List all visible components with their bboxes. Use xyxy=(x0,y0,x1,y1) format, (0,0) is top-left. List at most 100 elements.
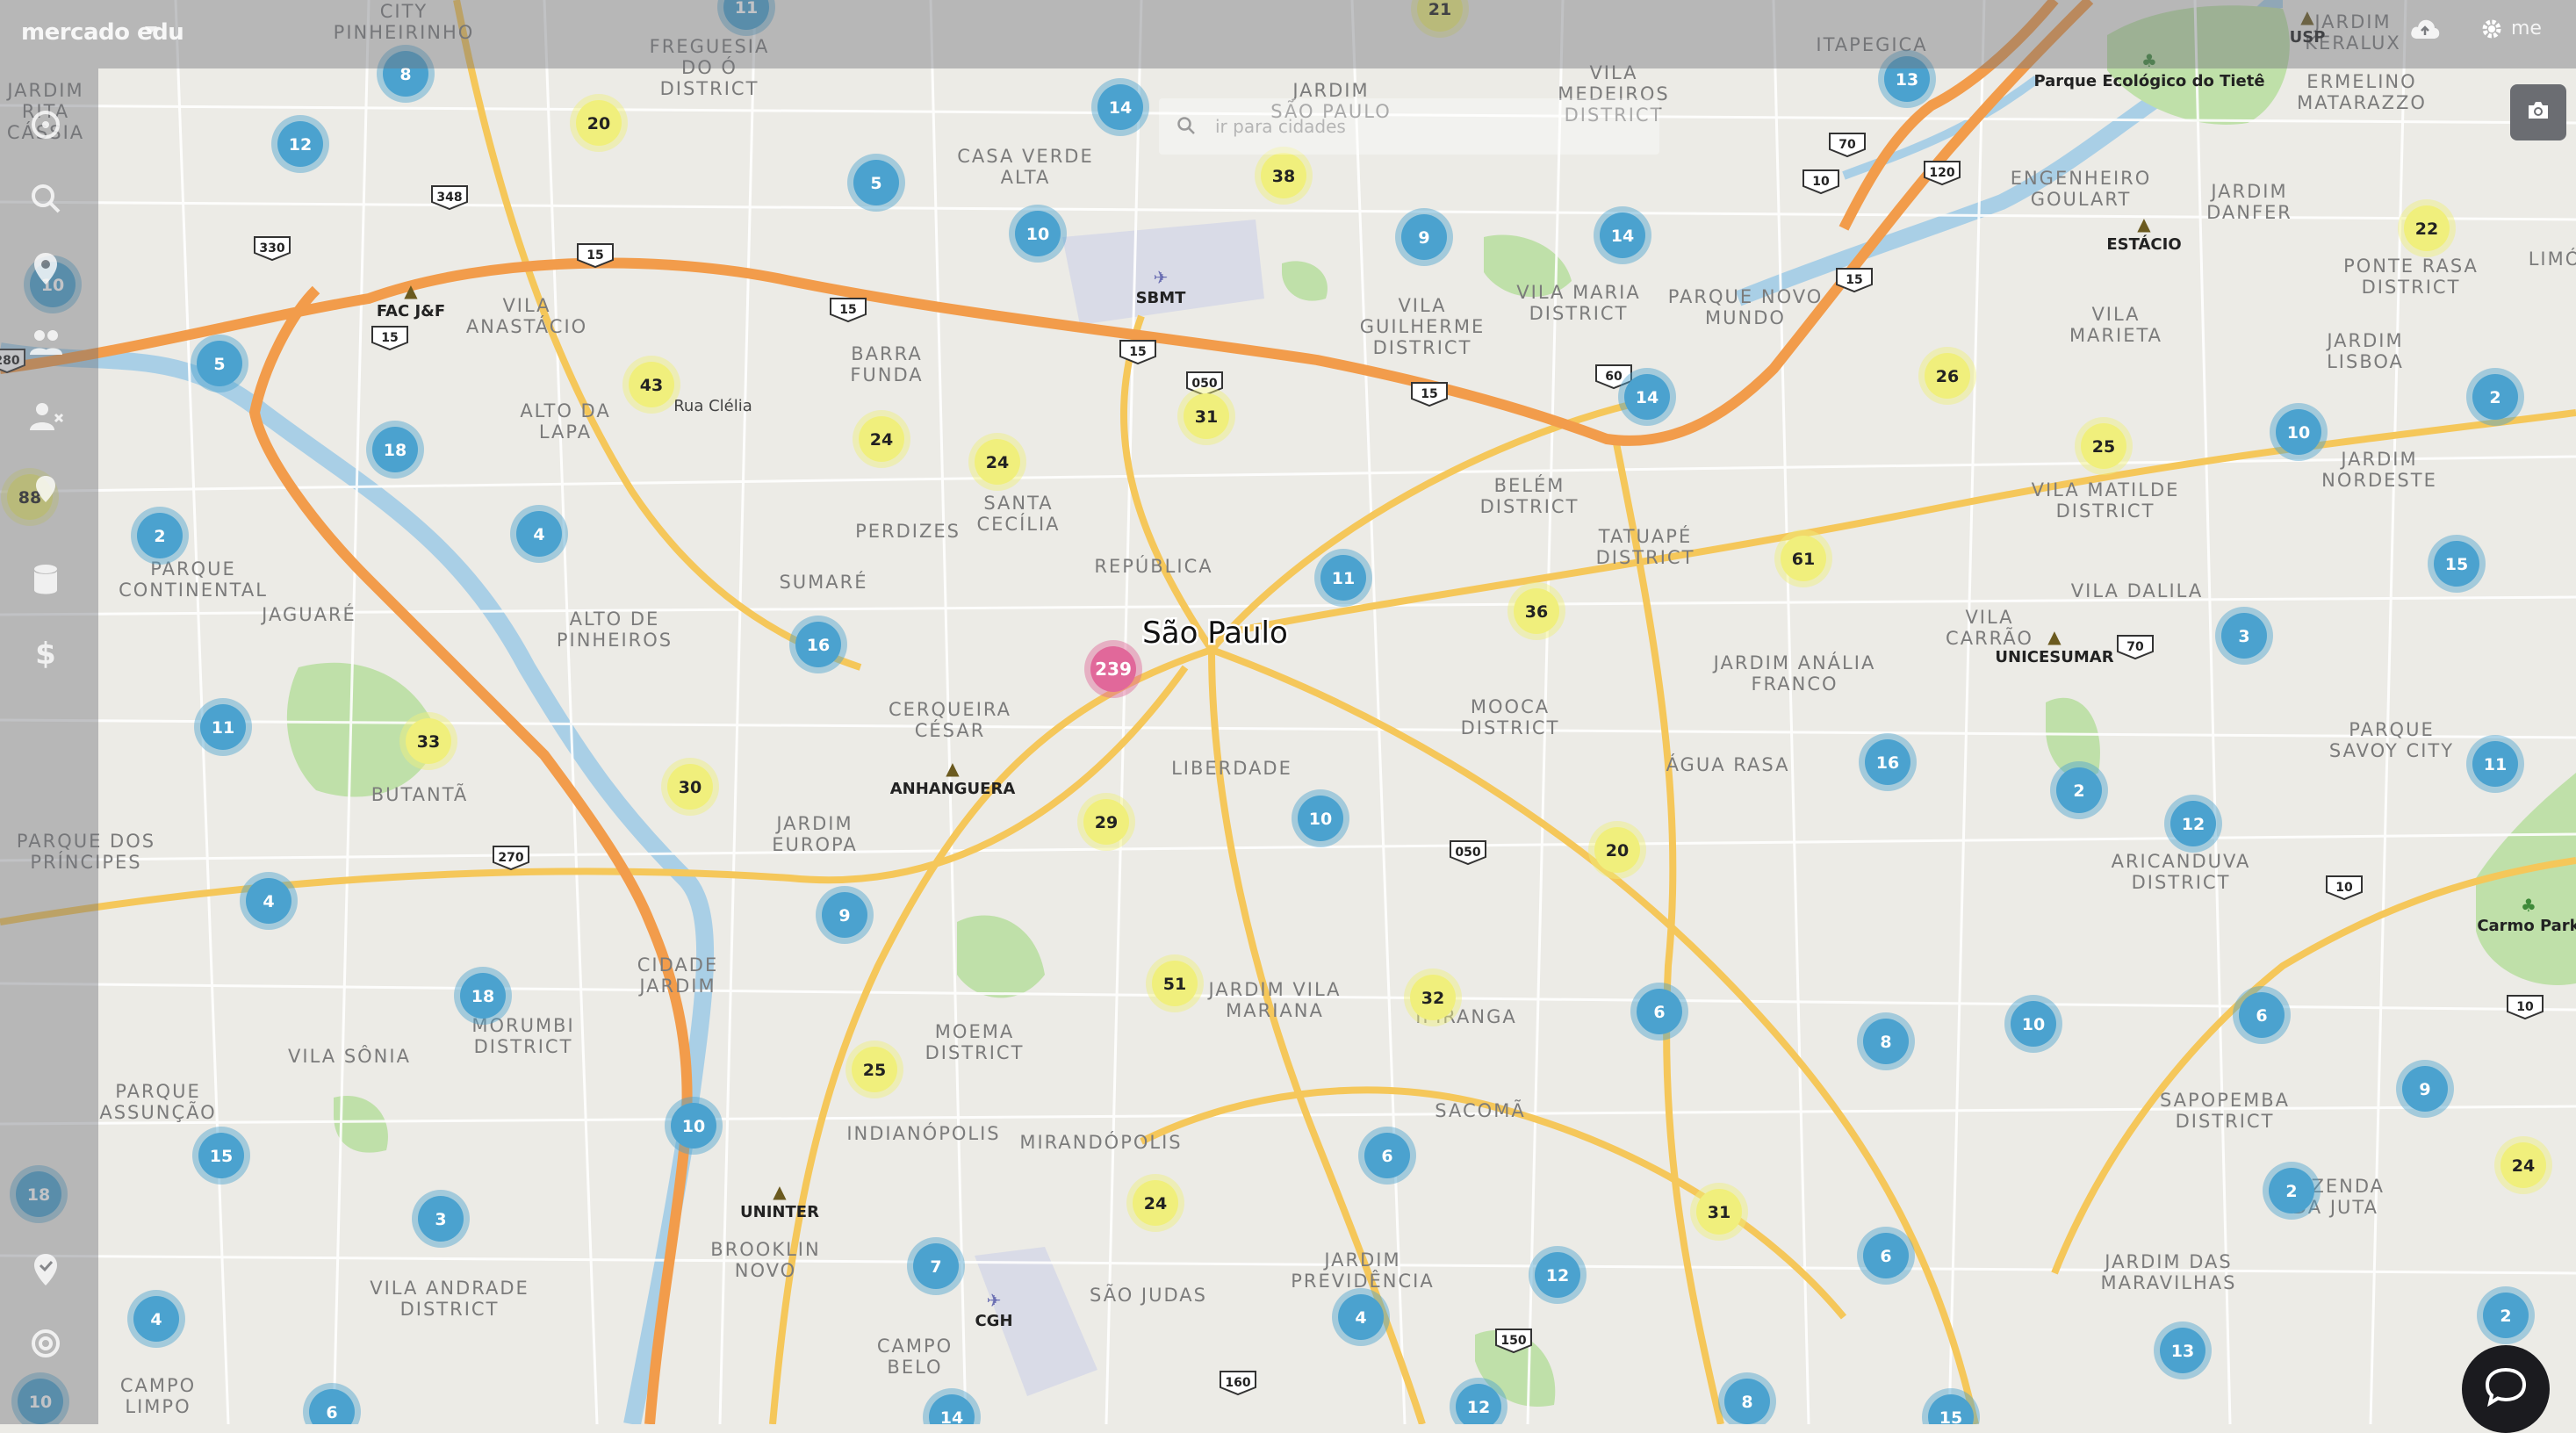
search-icon[interactable] xyxy=(26,179,65,218)
chat-button[interactable] xyxy=(2462,1345,2550,1433)
cluster-marker[interactable]: 10 xyxy=(665,1097,723,1155)
cluster-marker[interactable]: 24 xyxy=(1126,1174,1184,1232)
users-icon[interactable] xyxy=(26,323,65,362)
cluster-marker[interactable]: 20 xyxy=(1588,821,1646,879)
cluster-marker[interactable]: 4 xyxy=(127,1290,185,1348)
app-logo[interactable]: mercado edu xyxy=(21,19,184,46)
chat-bubble-icon[interactable] xyxy=(2484,1366,2528,1412)
cluster-marker[interactable]: 51 xyxy=(1146,954,1204,1012)
district-label: VILA SÔNIA xyxy=(288,1045,411,1067)
settings-menu[interactable]: me xyxy=(2481,18,2542,40)
cluster-marker[interactable]: 9 xyxy=(816,886,874,944)
cluster-marker[interactable]: 9 xyxy=(1395,208,1453,266)
district-label: JARDIM xyxy=(774,813,853,834)
cluster-marker[interactable]: 2 xyxy=(2050,761,2108,819)
cluster-marker[interactable]: 8 xyxy=(1857,1012,1915,1070)
cluster-marker[interactable]: 7 xyxy=(907,1237,965,1295)
check-pin-icon[interactable] xyxy=(26,1250,65,1289)
user-remove-icon[interactable] xyxy=(26,397,65,436)
cluster-marker[interactable]: 15 xyxy=(192,1127,250,1185)
graduation-cap-icon: ▲ xyxy=(2047,626,2062,647)
cluster-count: 7 xyxy=(930,1257,941,1277)
map-canvas[interactable]: CITYPINHEIRINHOFREGUESIADO ÓDISTRICT JARD… xyxy=(0,0,2576,1424)
chevron-down-icon[interactable] xyxy=(145,26,157,33)
cluster-marker[interactable]: 2 xyxy=(2477,1286,2535,1344)
search-input[interactable] xyxy=(1213,115,1638,138)
cluster-marker[interactable]: 239 xyxy=(1084,640,1142,698)
cluster-marker[interactable]: 10 xyxy=(1292,789,1349,847)
cluster-marker[interactable]: 24 xyxy=(853,410,910,468)
cluster-marker[interactable]: 33 xyxy=(399,712,457,770)
cluster-marker[interactable]: 30 xyxy=(661,758,719,816)
cluster-marker[interactable]: 9 xyxy=(2396,1060,2454,1118)
cluster-marker[interactable]: 3 xyxy=(412,1190,470,1248)
cluster-marker[interactable]: 31 xyxy=(1177,387,1235,445)
map-pin-icon[interactable] xyxy=(26,471,65,509)
street-label: Rua Clélia xyxy=(673,397,752,415)
camera-icon[interactable] xyxy=(2526,100,2551,125)
cluster-count: 24 xyxy=(870,430,893,450)
cluster-marker[interactable]: 12 xyxy=(2164,795,2222,853)
cluster-marker[interactable]: 15 xyxy=(2428,535,2486,593)
cluster-marker[interactable]: 2 xyxy=(131,507,189,565)
cluster-marker[interactable]: 26 xyxy=(1918,347,1976,405)
cluster-marker[interactable]: 6 xyxy=(2233,986,2291,1044)
cluster-marker[interactable]: 6 xyxy=(1630,983,1688,1041)
compass-icon[interactable] xyxy=(26,105,65,144)
cluster-marker[interactable]: 25 xyxy=(2075,417,2133,475)
cluster-marker[interactable]: 31 xyxy=(1690,1183,1748,1241)
cluster-marker[interactable]: 4 xyxy=(1332,1288,1390,1346)
cluster-marker[interactable]: 11 xyxy=(194,698,252,756)
cluster-marker[interactable]: 16 xyxy=(789,616,847,673)
cluster-marker[interactable]: 11 xyxy=(1314,549,1372,607)
cluster-marker[interactable]: 14 xyxy=(1091,78,1149,136)
cluster-marker[interactable]: 6 xyxy=(1358,1127,1416,1185)
cluster-marker[interactable]: 25 xyxy=(845,1041,903,1098)
cluster-marker[interactable]: 10 xyxy=(2270,403,2328,461)
cluster-marker[interactable]: 5 xyxy=(847,154,905,212)
cluster-marker[interactable]: 24 xyxy=(2494,1136,2552,1194)
cluster-marker[interactable]: 2 xyxy=(2466,368,2524,426)
cluster-marker[interactable]: 3 xyxy=(2215,607,2273,665)
database-icon[interactable] xyxy=(26,560,65,599)
cluster-marker[interactable]: 38 xyxy=(1255,147,1313,205)
cluster-marker[interactable]: 22 xyxy=(2398,199,2456,257)
cluster-marker[interactable]: 24 xyxy=(968,433,1026,491)
cluster-marker[interactable]: 43 xyxy=(622,356,680,414)
gear-icon[interactable] xyxy=(2481,18,2502,40)
cluster-marker[interactable]: 36 xyxy=(1507,582,1565,640)
district-label: MOEMA xyxy=(935,1021,1014,1042)
cluster-marker[interactable]: 32 xyxy=(1404,969,1462,1026)
cluster-marker[interactable]: 10 xyxy=(2004,995,2062,1053)
cluster-marker[interactable]: 11 xyxy=(2466,735,2524,793)
cluster-marker[interactable]: 20 xyxy=(570,94,628,152)
cloud-upload-button[interactable] xyxy=(2410,18,2440,40)
user-label[interactable]: me xyxy=(2511,18,2542,40)
screenshot-button[interactable] xyxy=(2510,84,2566,140)
cluster-marker[interactable]: 14 xyxy=(1618,368,1676,426)
cluster-marker[interactable]: 10 xyxy=(1009,205,1067,263)
cluster-marker[interactable]: 5 xyxy=(191,335,248,392)
cluster-marker[interactable]: 2 xyxy=(2263,1162,2321,1220)
cluster-marker[interactable]: 12 xyxy=(271,115,329,173)
location-pin-icon[interactable] xyxy=(26,249,65,288)
cloud-upload-icon[interactable] xyxy=(2410,18,2440,40)
district-label: CAMPO xyxy=(877,1336,953,1357)
cluster-marker[interactable]: 4 xyxy=(240,872,298,930)
cluster-marker[interactable]: 6 xyxy=(1857,1227,1915,1285)
cluster-marker[interactable]: 13 xyxy=(2154,1321,2212,1379)
dollar-icon[interactable]: $ xyxy=(26,634,65,673)
cluster-marker[interactable]: 61 xyxy=(1774,529,1832,587)
cluster-count: 30 xyxy=(679,778,702,797)
district-label: NORDESTE xyxy=(2321,470,2437,491)
support-icon[interactable] xyxy=(26,1324,65,1363)
cluster-marker[interactable]: 29 xyxy=(1077,793,1135,851)
cluster-marker[interactable]: 16 xyxy=(1859,733,1917,791)
cluster-marker[interactable]: 18 xyxy=(366,421,424,479)
search-bar[interactable] xyxy=(1159,98,1659,155)
cluster-marker[interactable]: 18 xyxy=(454,967,512,1025)
cluster-marker[interactable]: 4 xyxy=(510,505,568,563)
cluster-marker[interactable]: 14 xyxy=(1594,206,1651,264)
cluster-count: 2 xyxy=(2073,781,2084,801)
cluster-marker[interactable]: 12 xyxy=(1529,1246,1587,1304)
